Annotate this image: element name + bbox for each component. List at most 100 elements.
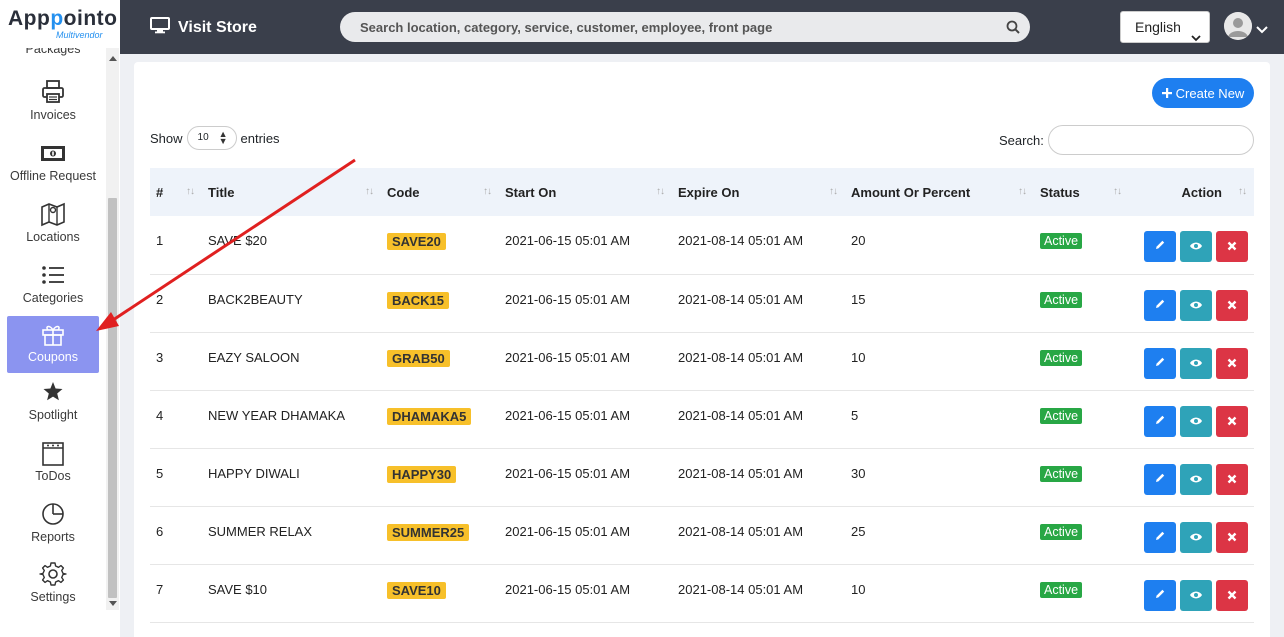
sidebar-item-label: Settings <box>30 590 76 604</box>
sidebar-item-invoices[interactable]: Invoices <box>7 78 99 136</box>
notepad-icon <box>39 439 67 467</box>
sidebar-item-offline-request[interactable]: Offline Request <box>7 139 99 197</box>
cell-start-on: 2021-06-15 05:01 AM <box>505 523 631 539</box>
scroll-down-arrow-icon[interactable] <box>109 601 117 606</box>
view-button[interactable] <box>1180 289 1212 321</box>
column-header-start-on[interactable]: Start On ↑↓ <box>499 168 672 216</box>
sort-icon: ↑↓ <box>829 186 838 197</box>
sidebar-item-locations[interactable]: Locations <box>7 200 99 258</box>
create-new-button[interactable]: Create New <box>1152 78 1254 108</box>
eye-icon <box>1189 472 1203 487</box>
table-row: 5 HAPPY DIWALI HAPPY30 2021-06-15 05:01 … <box>150 448 1254 506</box>
pencil-icon <box>1154 298 1166 313</box>
column-header-code[interactable]: Code ↑↓ <box>381 168 499 216</box>
delete-button[interactable] <box>1216 347 1248 379</box>
edit-button[interactable] <box>1144 463 1176 495</box>
edit-button[interactable] <box>1144 347 1176 379</box>
cell-code: SAVE20 <box>381 216 499 274</box>
pencil-icon <box>1154 414 1166 429</box>
cell-actions <box>1129 216 1254 274</box>
column-header-title[interactable]: Title ↑↓ <box>202 168 381 216</box>
close-icon <box>1227 588 1237 603</box>
sort-icon: ↑↓ <box>1018 186 1027 197</box>
eye-icon <box>1189 588 1203 603</box>
scrollbar-thumb[interactable] <box>108 198 117 598</box>
cell-status: Active <box>1034 564 1129 622</box>
cell-start-on: 2021-06-15 05:01 AM <box>505 581 631 597</box>
table-search-input[interactable] <box>1048 125 1254 155</box>
delete-button[interactable] <box>1216 231 1248 262</box>
view-button[interactable] <box>1180 521 1212 553</box>
sidebar-item-label: Reports <box>31 530 75 544</box>
column-header-status[interactable]: Status ↑↓ <box>1034 168 1129 216</box>
search-icon[interactable] <box>1006 20 1020 37</box>
delete-button[interactable] <box>1216 289 1248 321</box>
sidebar-item-coupons[interactable]: Coupons <box>7 316 99 373</box>
cell-status: Active <box>1034 390 1129 448</box>
sidebar-scrollbar[interactable] <box>106 48 119 610</box>
pencil-icon <box>1154 530 1166 545</box>
cell-status: Active <box>1034 274 1129 332</box>
sidebar-nav: Packages Invoices Offline Request Locati… <box>0 48 106 608</box>
code-badge: SAVE10 <box>387 581 446 599</box>
global-search-input[interactable] <box>340 12 1000 42</box>
code-badge: DHAMAKA5 <box>387 407 472 425</box>
delete-button[interactable] <box>1216 463 1248 495</box>
app-logo[interactable]: Apppointo Multivendor <box>0 0 120 48</box>
user-menu-chevron-icon[interactable] <box>1256 22 1268 37</box>
sidebar-item-settings[interactable]: Settings <box>7 560 99 608</box>
sidebar-item-reports[interactable]: Reports <box>7 500 99 558</box>
cell-code: HAPPY30 <box>381 448 499 506</box>
avatar[interactable] <box>1224 12 1252 40</box>
cell-amount: 20 <box>851 233 866 248</box>
language-select[interactable]: English <box>1120 11 1210 43</box>
cell-amount: 15 <box>851 291 866 307</box>
cell-expire-on: 2021-08-14 05:01 AM <box>678 349 804 365</box>
visit-store-link[interactable]: Visit Store <box>150 16 257 39</box>
cell-expire-on: 2021-08-14 05:01 AM <box>678 581 804 597</box>
view-button[interactable] <box>1180 347 1212 379</box>
edit-button[interactable] <box>1144 289 1176 321</box>
view-button[interactable] <box>1180 579 1212 611</box>
edit-button[interactable] <box>1144 521 1176 553</box>
top-navbar: Visit Store English <box>120 0 1284 54</box>
column-header-expire-on[interactable]: Expire On ↑↓ <box>672 168 845 216</box>
star-icon <box>39 378 67 406</box>
table-search-label: Search: <box>999 133 1044 148</box>
cell-status: Active <box>1034 448 1129 506</box>
column-header-num[interactable]: # ↑↓ <box>150 168 202 216</box>
cell-code: BACK15 <box>381 274 499 332</box>
delete-button[interactable] <box>1216 579 1248 611</box>
sidebar-item-categories[interactable]: Categories <box>7 261 99 319</box>
edit-button[interactable] <box>1144 579 1176 611</box>
entries-select[interactable]: 10 ▲ ▼ <box>186 126 237 150</box>
column-header-action[interactable]: Action ↑↓ <box>1129 168 1254 216</box>
sidebar-item-todos[interactable]: ToDos <box>7 439 99 497</box>
delete-button[interactable] <box>1216 405 1248 437</box>
status-badge: Active <box>1040 523 1083 540</box>
sidebar-item-label: Offline Request <box>10 169 96 183</box>
delete-button[interactable] <box>1216 521 1248 553</box>
show-label: Show <box>150 130 183 146</box>
global-search <box>340 12 1030 42</box>
sidebar-item-spotlight[interactable]: Spotlight <box>7 378 99 436</box>
sort-icon: ↑↓ <box>656 186 665 197</box>
status-badge: Active <box>1040 349 1083 366</box>
scroll-up-arrow-icon[interactable] <box>109 56 117 61</box>
eye-icon <box>1189 414 1203 429</box>
column-header-amount[interactable]: Amount Or Percent ↑↓ <box>845 168 1034 216</box>
view-button[interactable] <box>1180 231 1212 262</box>
cash-icon <box>39 139 67 167</box>
edit-button[interactable] <box>1144 231 1176 262</box>
gift-icon <box>39 320 67 348</box>
cell-start-on: 2021-06-15 05:01 AM <box>505 291 631 307</box>
sidebar-item-packages[interactable]: Packages <box>7 48 99 62</box>
monitor-icon <box>150 16 170 39</box>
cell-actions <box>1129 564 1254 622</box>
logo-text: Apppointo <box>8 7 118 30</box>
view-button[interactable] <box>1180 463 1212 495</box>
cell-expire-on: 2021-08-14 05:01 AM <box>678 291 804 307</box>
entries-label: entries <box>240 130 280 146</box>
edit-button[interactable] <box>1144 405 1176 437</box>
view-button[interactable] <box>1180 405 1212 437</box>
